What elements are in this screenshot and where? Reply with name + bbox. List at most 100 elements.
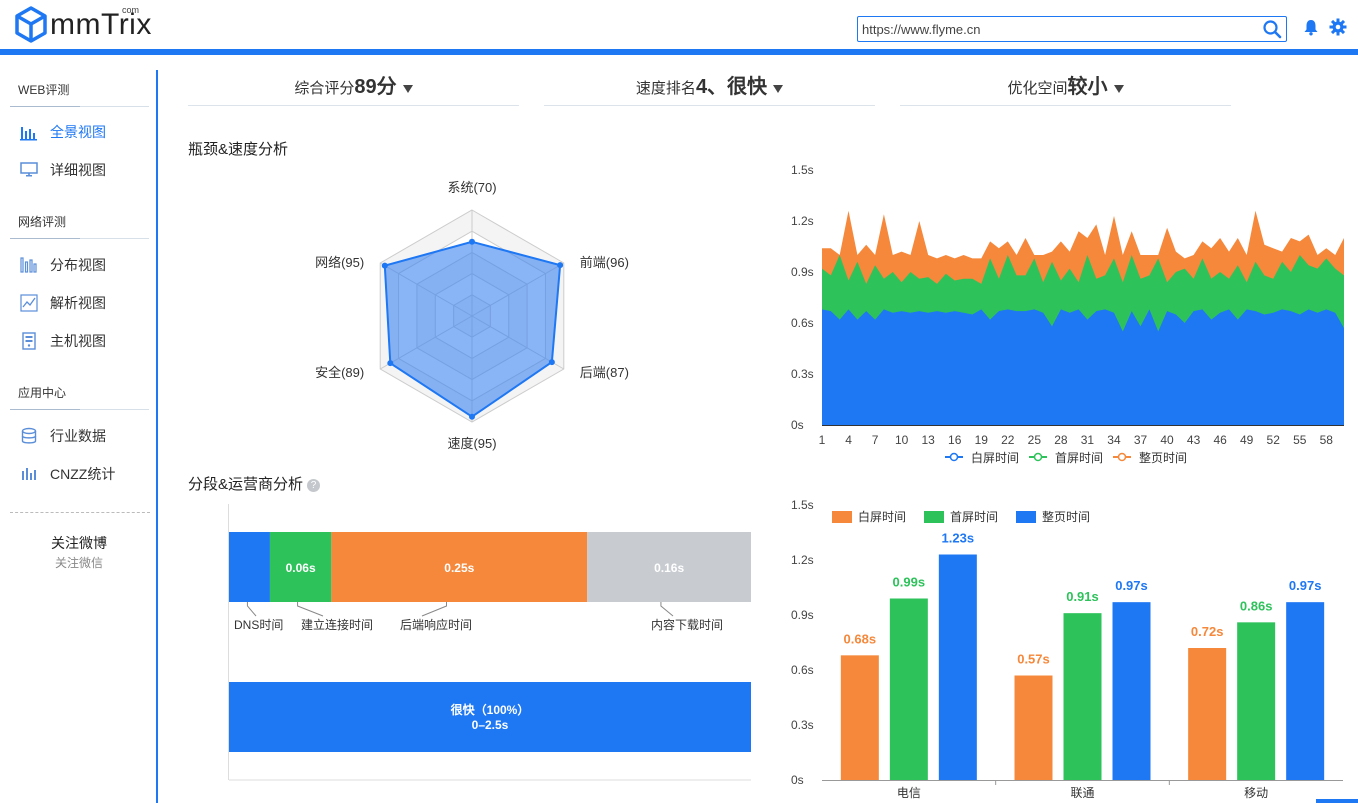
segment-label: 建立连接时间 [301,617,373,632]
radar-point [548,359,555,366]
bar-白屏时间 [1188,648,1227,780]
x-tick-label: 28 [1054,433,1068,447]
y-tick-label: 1.5s [791,498,814,512]
legend-label: 白屏时间 [971,450,1019,465]
legend-label: 整页时间 [1042,509,1090,524]
legend-swatch [1016,511,1036,523]
bar-value-label: 0.72s [1191,624,1224,639]
x-tick-label: 22 [1001,433,1015,447]
x-tick-label: 43 [1187,433,1201,447]
y-tick-label: 0.3s [791,718,814,732]
x-tick-label: 13 [921,433,935,447]
radar-axis-label: 网络(95) [315,255,364,270]
segment-leader-line [246,602,257,617]
legend-swatch [832,511,852,523]
x-category-label: 联通 [1070,786,1094,800]
x-tick-label: 46 [1213,433,1227,447]
bar-value-label: 1.23s [942,531,975,546]
y-tick-label: 0.9s [791,265,814,279]
bar-value-label: 0.91s [1066,589,1099,604]
speed-bar-range: 0–2.5s [472,718,509,732]
x-tick-label: 31 [1081,433,1095,447]
y-tick-label: 0.6s [791,316,814,330]
bar-value-label: 0.97s [1289,578,1322,593]
bar-白屏时间 [1014,675,1053,780]
bar-首屏时间 [1063,613,1102,780]
segment-label: 内容下载时间 [651,617,723,632]
charts-layer: 系统(70)前端(96)后端(87)速度(95)安全(89)网络(95) 0s0… [228,163,1344,800]
radar-axis-label: 安全(89) [315,365,364,380]
segment-DNS时间 [229,532,270,602]
bar-首屏时间 [1237,622,1276,780]
y-tick-label: 1.5s [791,163,814,177]
radar-axis-label: 系统(70) [447,180,496,195]
legend-label: 白屏时间 [858,509,906,524]
scroll-indicator [1316,799,1358,803]
y-tick-label: 0.3s [791,367,814,381]
legend-swatch [924,511,944,523]
x-tick-label: 4 [845,433,852,447]
radar-point [469,413,475,420]
bar-首屏时间 [889,598,928,780]
radar-area [383,240,562,418]
x-tick-label: 55 [1293,433,1307,447]
legend-label: 首屏时间 [1055,451,1103,465]
segment-value-label: 0.25s [444,561,474,575]
x-tick-label: 19 [975,433,989,447]
bar-整页时间 [1286,602,1325,780]
y-tick-label: 0.6s [791,663,814,677]
segment-value-label: 0.16s [654,561,684,575]
radar-point [387,360,394,367]
area-chart: 0s 0.3s 0.6s 0.9s 1.2s 1.5s 1 4 7 10 13 16 19 22 25 28 3… [791,163,1344,465]
y-tick-label: 1.2s [791,553,814,567]
radar-point [469,238,475,245]
x-tick-label: 1 [819,433,826,447]
radar-axis-label: 前端(96) [580,255,629,270]
x-category-label: 电信 [897,786,921,800]
bar-value-label: 0.86s [1240,598,1273,613]
bar-value-label: 0.97s [1115,578,1148,593]
x-tick-label: 34 [1107,433,1121,447]
radar-axis-label: 后端(87) [580,365,629,380]
segment-leader-line [421,602,447,617]
speed-bar [229,682,751,752]
x-tick-label: 52 [1267,433,1281,447]
x-tick-label: 58 [1320,433,1334,447]
bar-value-label: 0.68s [844,631,877,646]
segment-leader-line [660,602,674,617]
legend-label: 整页时间 [1139,450,1187,465]
bar-整页时间 [1112,602,1151,780]
segment-bar-chart: 0.06s 0.25s 0.16s DNS时间 建立连接时间 后端响应时间 内容下载时间很快… [228,504,751,781]
bar-value-label: 0.99s [893,575,926,590]
radar-chart: 系统(70) 前端(96) 后端(87) 速度(95) 安全(89) 网络(95) [315,180,629,451]
segment-leader-line [297,602,324,617]
x-tick-label: 25 [1028,433,1042,447]
legend-marker [1117,452,1127,462]
radar-axis-label: 速度(95) [447,436,496,451]
radar-point [381,262,388,269]
legend-marker [1033,452,1043,462]
y-tick-label: 1.2s [791,214,814,228]
y-tick-label: 0s [791,418,804,432]
y-tick-label: 0s [791,773,804,787]
x-tick-label: 16 [948,433,962,447]
segment-label: 后端响应时间 [400,617,472,632]
carrier-bar-chart: 0s 0.3s 0.6s 0.9s 1.2s 1.5s 0.68s 0.99s 1.23s 电信 0… [791,498,1343,800]
legend-marker [949,452,959,462]
speed-bar-label: 很快（100%） [450,702,530,717]
bar-value-label: 0.57s [1017,652,1050,667]
area-series-白屏时间 [822,309,1344,425]
x-tick-label: 7 [872,433,879,447]
legend-label: 首屏时间 [950,510,998,524]
bar-整页时间 [938,554,977,780]
x-tick-label: 49 [1240,433,1254,447]
bar-白屏时间 [840,655,879,780]
segment-value-label: 0.06s [286,561,316,575]
y-tick-label: 0.9s [791,608,814,622]
radar-point [557,262,564,269]
x-tick-label: 10 [895,433,909,447]
segment-label: DNS时间 [234,618,283,632]
x-tick-label: 40 [1160,433,1174,447]
x-tick-label: 37 [1134,433,1148,447]
x-category-label: 移动 [1244,786,1268,800]
